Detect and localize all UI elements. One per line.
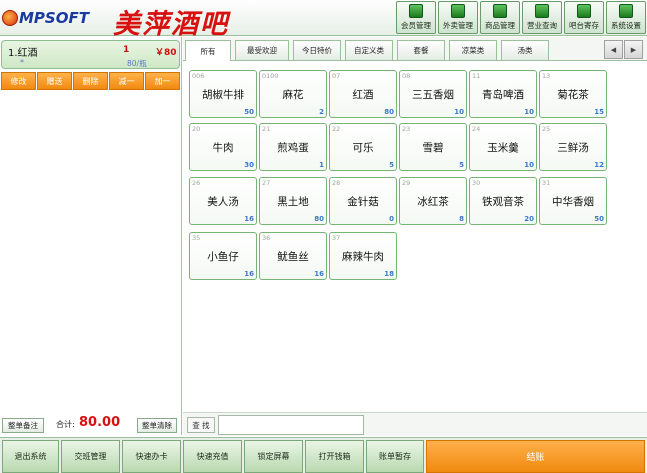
- top-nav: 会员管理 外卖管理 商品管理 营业查询 吧台寄存 系统设置: [396, 1, 646, 34]
- exit-system-button[interactable]: 退出系统: [2, 440, 59, 473]
- nav-member-button[interactable]: 会员管理: [396, 1, 436, 34]
- order-item-unit-price: 80/瓶: [127, 59, 147, 68]
- brand-title: 美萍酒吧: [113, 9, 229, 40]
- order-item-name: 1.红酒: [8, 48, 38, 59]
- delivery-icon: [451, 4, 465, 18]
- tab-custom[interactable]: 自定义类: [345, 40, 393, 60]
- product-card[interactable]: 30 铁观音茶 20: [469, 177, 537, 225]
- open-cash-drawer-button[interactable]: 打开钱箱: [305, 440, 364, 473]
- order-item-star: *: [20, 58, 24, 67]
- order-item-price: ￥80: [155, 48, 177, 58]
- product-card[interactable]: 26 美人汤 16: [189, 177, 257, 225]
- nav-business-query-button[interactable]: 营业查询: [522, 1, 562, 34]
- tab-set-meal[interactable]: 套餐: [397, 40, 445, 60]
- tab-scroll-left-icon[interactable]: ◀: [604, 40, 623, 59]
- yen-icon: [535, 4, 549, 18]
- product-card[interactable]: 11 青岛啤酒 10: [469, 70, 537, 118]
- bottom-toolbar: 退出系统 交班管理 快速办卡 快速充值 锁定屏幕 打开钱箱 账单暂存 结账: [0, 437, 647, 473]
- quick-card-button[interactable]: 快速办卡: [122, 440, 181, 473]
- checkout-button[interactable]: 结账: [426, 440, 645, 473]
- search-label: 查 找: [187, 417, 215, 433]
- product-card[interactable]: 21 煎鸡蛋 1: [259, 123, 327, 171]
- order-item[interactable]: 1.红酒 1 ￥80 * 80/瓶: [1, 40, 180, 69]
- logo-mark-icon: [2, 10, 18, 26]
- goods-icon: [493, 4, 507, 18]
- order-note-button[interactable]: 整单备注: [2, 418, 44, 433]
- search-input[interactable]: [218, 415, 364, 435]
- order-ops: 修改 赠送 删除 减一 加一: [1, 72, 180, 90]
- delete-button[interactable]: 删除: [73, 72, 108, 90]
- product-card[interactable]: 006 胡椒牛排 50: [189, 70, 257, 118]
- plus-one-button[interactable]: 加一: [145, 72, 180, 90]
- product-card[interactable]: 08 三五香烟 10: [399, 70, 467, 118]
- tab-all[interactable]: 所有: [185, 40, 231, 61]
- product-card[interactable]: 0100 麻花 2: [259, 70, 327, 118]
- product-card[interactable]: 20 牛肉 30: [189, 123, 257, 171]
- total-label: 合计:: [56, 420, 75, 429]
- order-item-qty: 1: [123, 45, 130, 55]
- shift-management-button[interactable]: 交班管理: [61, 440, 120, 473]
- product-card[interactable]: 29 冰红茶 8: [399, 177, 467, 225]
- category-tabs: 所有 最受欢迎 今日特价 自定义类 套餐 凉菜类 汤类 ◀ ▶: [183, 37, 647, 61]
- app-header: MPSOFT 美萍酒吧 会员管理 外卖管理 商品管理 营业查询 吧台寄存 系统设…: [0, 0, 647, 40]
- nav-settings-button[interactable]: 系统设置: [606, 1, 646, 34]
- product-card[interactable]: 35 小鱼仔 16: [189, 232, 257, 280]
- product-grid: 006 胡椒牛排 50 0100 麻花 2 07 红酒 80 08 三五香烟 1…: [183, 62, 647, 408]
- tab-popular[interactable]: 最受欢迎: [235, 40, 289, 60]
- nav-bar-storage-button[interactable]: 吧台寄存: [564, 1, 604, 34]
- product-card[interactable]: 23 雪碧 5: [399, 123, 467, 171]
- tab-soups[interactable]: 汤类: [501, 40, 549, 60]
- lock-screen-button[interactable]: 锁定屏幕: [244, 440, 303, 473]
- search-row: 查 找: [183, 412, 647, 436]
- hold-bill-button[interactable]: 账单暂存: [366, 440, 424, 473]
- tab-today-special[interactable]: 今日特价: [293, 40, 341, 60]
- product-card[interactable]: 24 玉米羹 10: [469, 123, 537, 171]
- product-card[interactable]: 28 金针菇 0: [329, 177, 397, 225]
- product-card[interactable]: 13 菊花茶 15: [539, 70, 607, 118]
- total-value: 80.00: [79, 415, 121, 430]
- product-card[interactable]: 31 中华香烟 50: [539, 177, 607, 225]
- tab-scroll-right-icon[interactable]: ▶: [624, 40, 643, 59]
- nav-goods-button[interactable]: 商品管理: [480, 1, 520, 34]
- logo-text: MPSOFT: [19, 9, 89, 27]
- order-footer: 整单备注 合计: 80.00 整单清除: [0, 414, 182, 436]
- tab-cold-dishes[interactable]: 凉菜类: [449, 40, 497, 60]
- product-card[interactable]: 36 鱿鱼丝 16: [259, 232, 327, 280]
- order-panel: 1.红酒 1 ￥80 * 80/瓶 修改 赠送 删除 减一 加一: [0, 37, 182, 435]
- storage-icon: [577, 4, 591, 18]
- quick-recharge-button[interactable]: 快速充值: [183, 440, 242, 473]
- gear-icon: [619, 4, 633, 18]
- product-card[interactable]: 25 三鲜汤 12: [539, 123, 607, 171]
- modify-button[interactable]: 修改: [1, 72, 36, 90]
- minus-one-button[interactable]: 减一: [109, 72, 144, 90]
- gift-button[interactable]: 赠送: [37, 72, 72, 90]
- product-card[interactable]: 37 麻辣牛肉 18: [329, 232, 397, 280]
- member-icon: [409, 4, 423, 18]
- product-card[interactable]: 07 红酒 80: [329, 70, 397, 118]
- order-clear-button[interactable]: 整单清除: [137, 418, 177, 433]
- product-card[interactable]: 22 可乐 5: [329, 123, 397, 171]
- product-card[interactable]: 27 黑土地 80: [259, 177, 327, 225]
- logo: MPSOFT: [2, 7, 89, 29]
- nav-delivery-button[interactable]: 外卖管理: [438, 1, 478, 34]
